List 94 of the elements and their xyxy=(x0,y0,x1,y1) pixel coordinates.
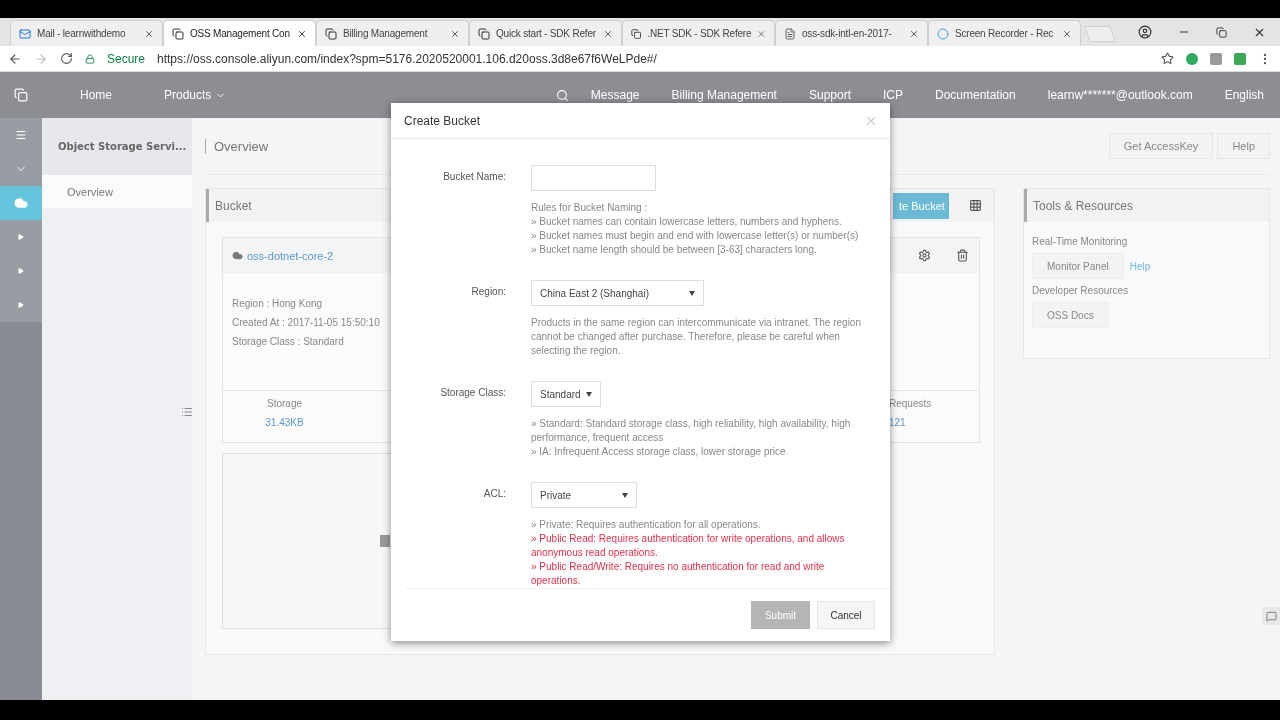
bucket-name-input[interactable] xyxy=(531,165,656,192)
header-button[interactable]: Get AccessKey xyxy=(1108,133,1214,159)
address-field[interactable]: https://oss.console.aliyun.com/index?spm=5176.2020520001.106.d20oss.3d8e67f6WeLPde#/ xyxy=(157,51,1149,66)
bucket-detail: Created At : 2017-11-05 15:50:10 xyxy=(232,317,380,328)
resource-button[interactable]: Monitor Panel xyxy=(1032,253,1124,279)
rail-item[interactable] xyxy=(0,118,42,152)
caret-right-icon xyxy=(18,302,24,308)
extension-icon[interactable] xyxy=(1210,52,1222,65)
browser-tab[interactable]: Screen Recorder - Rec xyxy=(928,20,1081,46)
close-icon[interactable] xyxy=(144,28,154,39)
document-icon xyxy=(784,27,796,40)
extension-icon[interactable] xyxy=(1186,52,1198,65)
stat-value: 121 xyxy=(889,417,906,428)
close-icon[interactable] xyxy=(909,28,919,39)
scroll-handle[interactable] xyxy=(380,535,390,547)
hint-text: » Bucket names must begin and end with lowercase letter(s) or number(s) xyxy=(531,229,860,244)
record-icon xyxy=(937,27,949,40)
browser-tab[interactable]: Quick start - SDK Refer xyxy=(469,20,622,46)
collapse-handle-icon[interactable] xyxy=(181,406,193,418)
stat-label: Storage xyxy=(267,398,302,409)
hint-text: » Public Read/Write: Requires no authentication for read and write operations. xyxy=(531,560,826,589)
field-label: Storage Class: xyxy=(439,386,506,401)
caret-right-icon xyxy=(18,268,24,274)
search-icon[interactable] xyxy=(555,88,569,102)
dialog-title: Create Bucket xyxy=(404,113,481,128)
mail-icon xyxy=(19,27,31,40)
cloud-icon xyxy=(14,196,28,210)
page-title: Overview xyxy=(205,138,269,154)
nav-link[interactable]: Message xyxy=(574,88,656,102)
settings-icon[interactable] xyxy=(917,249,931,262)
bookmark-star-icon[interactable] xyxy=(1161,52,1174,65)
close-icon[interactable] xyxy=(603,28,613,39)
forward-icon[interactable] xyxy=(34,51,48,66)
section-heading: Developer Resources xyxy=(1032,285,1130,296)
nav-link[interactable]: learnw*******@outlook.com xyxy=(1031,88,1209,102)
extension-icon[interactable] xyxy=(1234,52,1246,65)
rail-item[interactable] xyxy=(0,186,42,220)
sidebar-title: Object Storage Servi... xyxy=(42,118,192,175)
select-field[interactable]: Standard xyxy=(531,381,601,408)
user-icon[interactable] xyxy=(1138,25,1152,39)
hint-text: Products in the same region can intercommunicate via intranet. The region cannot be changed after purchase. Therefore, please be careful when selecting the region. xyxy=(531,316,862,359)
help-link[interactable]: Help xyxy=(1129,260,1151,272)
hint-text: » Standard: Standard storage class, high reliability, high availability, high performance, frequent access xyxy=(531,417,852,446)
reload-icon[interactable] xyxy=(60,52,73,65)
nav-link[interactable]: Support xyxy=(792,88,867,102)
sidebar-item[interactable]: Overview xyxy=(42,175,192,208)
bucket-detail: Region : Hong Kong xyxy=(232,298,323,309)
back-icon[interactable] xyxy=(8,51,22,66)
bucket-detail: Storage Class : Standard xyxy=(232,336,344,347)
nav-link[interactable]: ICP xyxy=(867,88,919,102)
browser-tab[interactable]: Mail - learnwithdemo xyxy=(10,20,163,46)
hint-text: » IA: Infrequent Access storage class, lower storage price xyxy=(531,445,787,460)
nav-link[interactable]: Home xyxy=(64,88,128,102)
lock-icon xyxy=(85,53,95,64)
logo-icon[interactable] xyxy=(14,88,28,102)
close-icon[interactable] xyxy=(450,28,460,39)
hint-text: » Bucket names can contain lowercase letters, numbers and hyphens. xyxy=(531,215,843,230)
close-icon[interactable] xyxy=(297,28,307,39)
browser-tab[interactable]: oss-sdk-intl-en-2017- xyxy=(775,20,928,46)
hint-text: » Private: Requires authentication for all operations. xyxy=(531,518,762,533)
browser-tab[interactable]: .NET SDK - SDK Refere xyxy=(622,20,775,46)
header-button[interactable]: Help xyxy=(1217,133,1270,159)
hint-text: Rules for Bucket Naming : xyxy=(531,201,649,216)
caret-right-icon xyxy=(18,234,24,240)
field-label: Bucket Name: xyxy=(442,170,506,185)
hint-text: » Public Read: Requires authentication for write operations, and allows anonymous read operations. xyxy=(531,532,846,561)
cloud-icon xyxy=(232,250,243,261)
menu-icon xyxy=(15,129,27,141)
close-icon[interactable] xyxy=(1062,28,1072,39)
select-field[interactable]: Private xyxy=(531,482,637,509)
secure-label: Secure xyxy=(107,51,146,66)
restore-icon[interactable] xyxy=(1216,26,1227,38)
panel-title: Tools & Resources xyxy=(1032,198,1134,213)
feedback-button[interactable] xyxy=(1262,607,1280,625)
hint-text: » Bucket name length should be between [3-63] characters long. xyxy=(531,243,818,258)
create-bucket-button[interactable]: te Bucket xyxy=(893,192,949,219)
field-label: ACL: xyxy=(482,487,506,502)
nav-link[interactable]: Products xyxy=(148,88,243,102)
nav-link[interactable]: English xyxy=(1208,88,1280,102)
cancel-button[interactable]: Cancel xyxy=(817,601,875,630)
select-field[interactable]: China East 2 (Shanghai) xyxy=(531,280,704,307)
browser-tab[interactable]: Billing Management xyxy=(316,20,469,46)
trash-icon[interactable] xyxy=(955,249,969,262)
resource-button[interactable]: OSS Docs xyxy=(1032,302,1109,328)
nav-link[interactable]: Billing Management xyxy=(655,88,793,102)
panel-title: Bucket xyxy=(214,198,252,213)
section-heading: Real-Time Monitoring xyxy=(1032,236,1129,247)
nav-link[interactable]: Documentation xyxy=(919,88,1032,102)
stat-value: 31.43KB xyxy=(265,417,304,428)
stat-label: Requests xyxy=(889,398,932,409)
bucket-name-link[interactable]: oss-dotnet-core-2 xyxy=(247,249,334,262)
grid-view-icon[interactable] xyxy=(969,199,982,212)
browser-tab[interactable]: OSS Management Con xyxy=(163,20,316,46)
field-label: Region: xyxy=(470,285,506,300)
